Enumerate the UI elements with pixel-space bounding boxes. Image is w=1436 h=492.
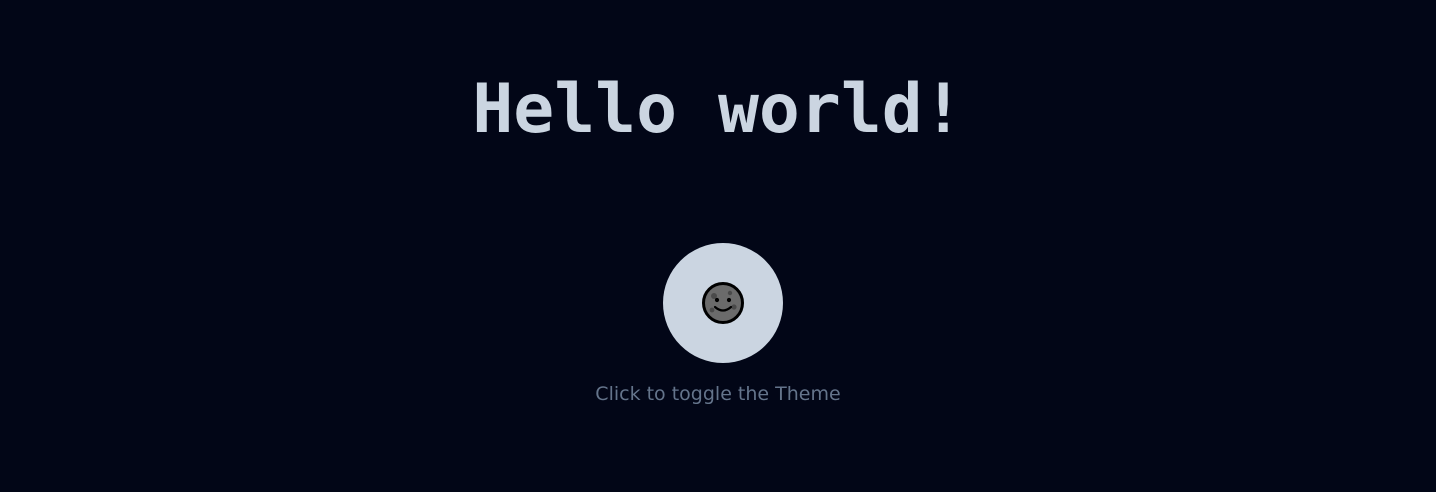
new-moon-face-icon bbox=[702, 282, 744, 324]
toggle-hint-text: Click to toggle the Theme bbox=[595, 383, 841, 405]
page: Hello world! Click to toggle the Theme bbox=[0, 0, 1436, 492]
page-title: Hello world! bbox=[472, 70, 964, 149]
theme-toggle-button[interactable] bbox=[663, 243, 783, 363]
